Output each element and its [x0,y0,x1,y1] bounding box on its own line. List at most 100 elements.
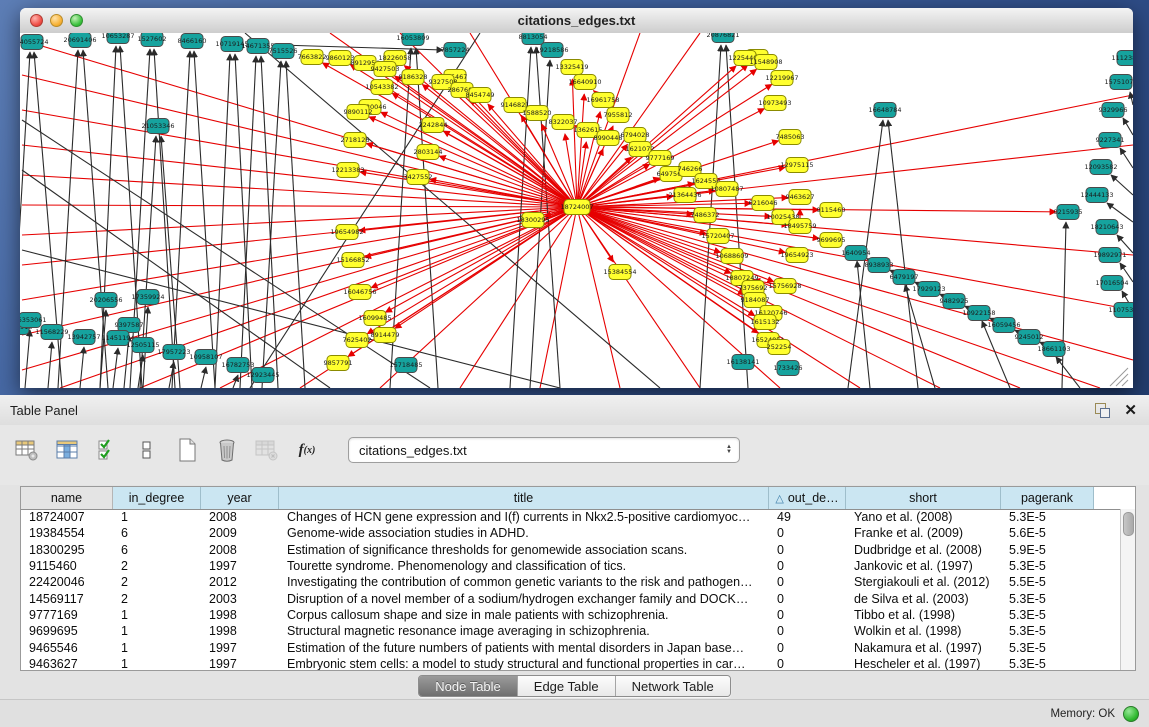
graph-node[interactable]: 11075338 [1108,303,1133,318]
graph-node[interactable]: 7515526 [269,44,298,59]
table-row[interactable]: 1456911722003Disruption of a novel membe… [21,590,1121,606]
graph-node[interactable]: 8186328 [399,70,428,85]
graph-node[interactable]: 252254 [767,340,792,355]
graph-node[interactable]: 9329966 [1099,103,1128,118]
graph-node[interactable]: 1733426 [774,361,803,376]
graph-node[interactable]: 10653287 [101,33,134,44]
graph-node[interactable]: 8938933 [865,258,894,273]
graph-node[interactable]: 16648784 [868,103,901,118]
graph-node[interactable]: 20206556 [89,293,122,308]
table-settings-icon[interactable] [14,437,40,463]
graph-node[interactable]: 15166852 [336,253,369,268]
graph-node[interactable]: 9463627 [786,190,815,205]
graph-node[interactable]: 10958107 [189,350,222,365]
graph-node[interactable]: 20691406 [63,33,96,48]
graph-node[interactable]: 19654982 [330,225,363,240]
graph-node[interactable]: 16099485 [358,311,391,326]
graph-node[interactable]: 6479197 [890,270,919,285]
table-row[interactable]: 977716911998Corpus callosum shape and si… [21,607,1121,623]
graph-node[interactable]: 1527602 [138,33,167,47]
import-table-icon[interactable] [254,437,280,463]
graph-node[interactable]: 16640910 [568,75,601,90]
graph-node[interactable]: 9245012 [1015,330,1044,345]
show-columns-icon[interactable] [54,437,80,463]
graph-node[interactable]: 8466160 [178,34,207,49]
graph-node[interactable]: 9482925 [940,294,969,309]
graph-node[interactable]: 12093582 [1084,160,1117,175]
table-row[interactable]: 946554611997Estimation of the future num… [21,639,1121,655]
float-panel-icon[interactable] [1094,402,1110,418]
graph-node[interactable]: 16961758 [586,93,619,108]
graph-node[interactable]: 15384554 [603,265,636,280]
graph-node[interactable]: 11568229 [35,325,68,340]
graph-node[interactable]: 17016504 [1095,276,1128,291]
graph-node[interactable]: 9227341 [1096,133,1125,148]
graph-node[interactable]: 2242844 [419,118,448,133]
close-panel-icon[interactable]: ✕ [1124,403,1137,418]
graph-node[interactable]: 9215935 [1054,205,1083,220]
graph-node[interactable]: 9890112 [344,105,373,120]
graph-node[interactable]: 12975115 [780,158,813,173]
graph-node[interactable]: 18210643 [1090,220,1123,235]
table-row[interactable]: 1872400712008Changes of HCN gene express… [21,509,1121,525]
new-table-icon[interactable] [174,437,200,463]
table-row[interactable]: 911546021997Tourette syndrome. Phenomeno… [21,558,1121,574]
table-row[interactable]: 2242004622012Investigating the contribut… [21,574,1121,590]
column-header-name[interactable]: name [21,487,113,509]
graph-node[interactable]: 7857224 [441,43,470,58]
graph-node[interactable]: 8990448 [594,131,623,146]
table-vertical-scrollbar[interactable] [1120,509,1135,670]
table-row[interactable]: 1938455462009Genome-wide association stu… [21,525,1121,541]
graph-node[interactable]: 20876821 [706,33,739,43]
graph-node[interactable]: 3427552 [404,170,433,185]
graph-node[interactable]: 8914479 [371,328,400,343]
graph-node[interactable]: 2718126 [341,133,370,148]
close-window-button[interactable] [30,14,43,27]
graph-node[interactable]: 6794028 [621,128,650,143]
graph-node[interactable]: 7955812 [604,108,633,123]
graph-node[interactable]: 8454749 [466,88,495,103]
delete-table-icon[interactable] [214,437,240,463]
column-header-out_de[interactable]: △out_de… [769,487,846,509]
graph-node[interactable]: 16138141 [726,355,759,370]
graph-node[interactable]: 17957223 [157,345,190,360]
function-builder-icon[interactable]: f(x) [294,437,320,463]
column-header-pagerank[interactable]: pagerank [1001,487,1094,509]
select-rows-icon[interactable] [94,437,120,463]
graph-node[interactable]: 13325419 [555,60,588,75]
graph-node[interactable]: 1640954 [842,246,871,261]
graph-node[interactable]: 11123845 [1111,51,1133,66]
column-header-short[interactable]: short [846,487,1001,509]
graph-node[interactable]: 9699695 [817,233,846,248]
network-window-titlebar[interactable]: citations_edges.txt [20,8,1133,34]
network-canvas[interactable]: 2405572420691406106532871527602846616010… [20,33,1133,388]
graph-node[interactable]: 9115460 [817,203,846,218]
graph-node[interactable]: 1615132 [751,315,780,330]
graph-node[interactable]: 7625402 [343,333,372,348]
graph-node[interactable]: 18724007 [560,200,593,215]
graph-node[interactable]: 9857791 [324,356,353,371]
graph-node[interactable]: 7485063 [776,130,805,145]
graph-node[interactable]: 7663822 [298,50,327,65]
graph-node[interactable]: 6216046 [749,196,778,211]
graph-node[interactable]: 12219967 [765,71,798,86]
table-row[interactable]: 946362711997Embryonic stem cells: a mode… [21,656,1121,670]
zoom-window-button[interactable] [70,14,83,27]
tab-network-table[interactable]: Network Table [616,676,730,696]
column-header-in_degree[interactable]: in_degree [113,487,201,509]
table-selector-dropdown[interactable]: citations_edges.txt ▲▼ [348,437,740,463]
graph-node[interactable]: 7486372 [691,208,720,223]
graph-node[interactable]: 9777169 [646,151,675,166]
memory-status-indicator[interactable] [1123,706,1139,722]
tab-edge-table[interactable]: Edge Table [518,676,616,696]
minimize-window-button[interactable] [50,14,63,27]
row-options-icon[interactable] [134,437,160,463]
scrollbar-thumb[interactable] [1123,512,1134,536]
column-header-year[interactable]: year [201,487,279,509]
graph-node[interactable]: 9427503 [371,62,400,77]
graph-node[interactable]: 2803144 [414,145,443,160]
graph-node[interactable]: 16053809 [396,33,429,46]
graph-node[interactable]: 13942757 [67,330,100,345]
graph-node[interactable]: 15751074 [1104,75,1133,90]
graph-node[interactable]: 15756928 [768,279,801,294]
